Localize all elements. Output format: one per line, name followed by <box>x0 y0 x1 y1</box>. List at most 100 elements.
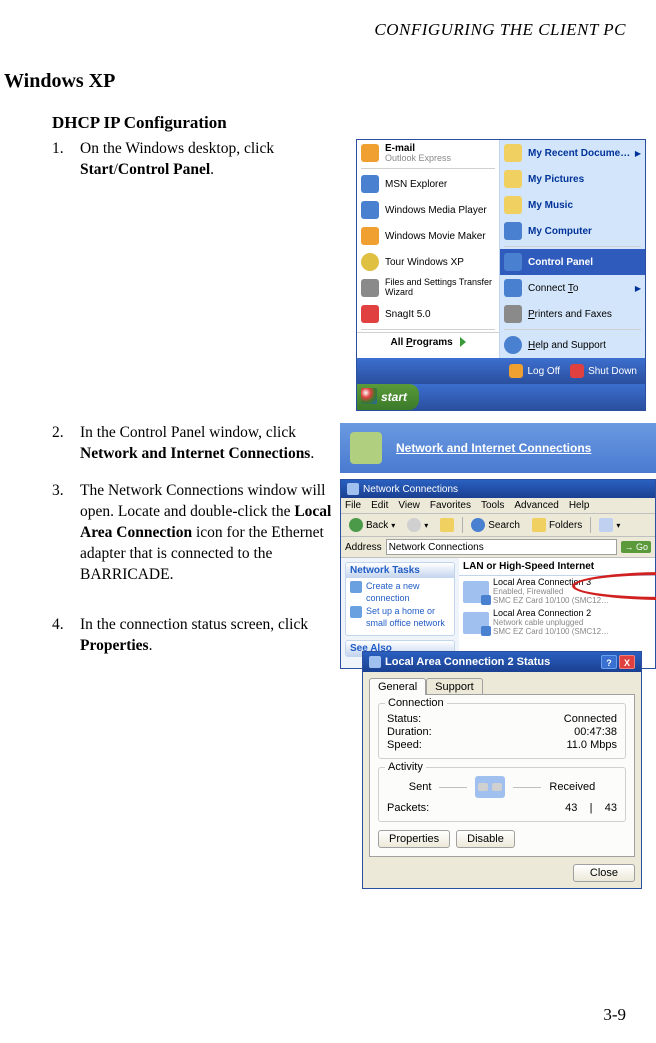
start-item-printers[interactable]: Printers and Faxes <box>500 301 645 327</box>
go-button[interactable]: → Go <box>621 541 651 553</box>
menu-advanced[interactable]: Advanced <box>514 500 558 511</box>
folders-button[interactable]: Folders <box>528 517 586 533</box>
group-connection: Connection Status:Connected Duration:00:… <box>378 703 626 759</box>
back-button[interactable]: Back▾ <box>345 517 399 533</box>
start-item-snagit[interactable]: SnagIt 5.0 <box>357 301 499 327</box>
menu-file[interactable]: File <box>345 500 361 511</box>
connect-icon <box>504 279 522 297</box>
folders-icon <box>532 518 546 532</box>
step-2-number: 2. <box>52 423 80 465</box>
task-create-connection[interactable]: Create a new connection <box>350 581 450 604</box>
wizard-icon <box>350 581 362 593</box>
start-item-tour-label: Tour Windows XP <box>385 257 495 268</box>
start-item-control-panel[interactable]: Control Panel <box>500 249 645 275</box>
properties-button[interactable]: Properties <box>378 830 450 848</box>
chevron-right-icon: ▶ <box>635 149 641 158</box>
start-item-pictures[interactable]: My Pictures <box>500 166 645 192</box>
address-label: Address <box>345 542 382 553</box>
start-all-programs[interactable]: All Programs <box>357 332 499 352</box>
step-4-number: 4. <box>52 615 80 657</box>
menu-edit[interactable]: Edit <box>371 500 388 511</box>
network-connections-window: Network Connections File Edit View Favor… <box>340 479 656 669</box>
connection-3-device: SMC EZ Card 10/100 (SMC12… <box>493 597 609 606</box>
connection-3[interactable]: Local Area Connection 3 Enabled, Firewal… <box>459 576 655 607</box>
start-item-fst[interactable]: Files and Settings Transfer Wizard <box>357 275 499 301</box>
tab-support[interactable]: Support <box>426 678 483 695</box>
start-item-msn[interactable]: MSN Explorer <box>357 171 499 197</box>
search-button[interactable]: Search <box>467 517 524 533</box>
forward-button[interactable]: ▾ <box>403 517 432 533</box>
triangle-icon <box>460 337 466 347</box>
lan-icon <box>463 612 489 634</box>
status-key: Status: <box>387 713 421 725</box>
close-button[interactable]: X <box>619 655 635 669</box>
computer-icon <box>504 222 522 240</box>
disable-button[interactable]: Disable <box>456 830 515 848</box>
start-item-wmp[interactable]: Windows Media Player <box>357 197 499 223</box>
address-input[interactable] <box>386 539 618 555</box>
task-home-network[interactable]: Set up a home or small office network <box>350 606 450 629</box>
heading-windows-xp: Windows XP <box>4 70 626 93</box>
address-bar: Address → Go <box>341 537 655 558</box>
views-button[interactable]: ▾ <box>595 517 624 533</box>
group-connection-title: Connection <box>385 697 447 709</box>
logoff-label: Log Off <box>527 366 560 377</box>
start-item-computer-label: My Computer <box>528 226 641 237</box>
start-item-music[interactable]: My Music <box>500 192 645 218</box>
start-item-help[interactable]: Help and Support <box>500 332 645 358</box>
start-item-wmm[interactable]: Windows Movie Maker <box>357 223 499 249</box>
network-tasks-header: Network Tasks <box>346 563 454 578</box>
menu-favorites[interactable]: Favorites <box>430 500 471 511</box>
shutdown-button[interactable]: Shut Down <box>570 364 637 378</box>
start-item-connect[interactable]: Connect To ▶ <box>500 275 645 301</box>
start-item-recent[interactable]: My Recent Documents ▶ <box>500 140 645 166</box>
back-icon <box>349 518 363 532</box>
running-head: CONFIGURING THE CLIENT PC <box>0 20 626 40</box>
start-item-email-sub: Outlook Express <box>385 154 495 164</box>
step-2: 2. In the Control Panel window, click Ne… <box>52 423 338 465</box>
start-item-wmp-label: Windows Media Player <box>385 205 495 216</box>
step-2-text-a: In the Control Panel window, click <box>80 424 296 441</box>
start-button[interactable]: start <box>357 384 419 410</box>
start-item-tour[interactable]: Tour Windows XP <box>357 249 499 275</box>
tour-icon <box>361 253 379 271</box>
menu-help[interactable]: Help <box>569 500 590 511</box>
menu-tools[interactable]: Tools <box>481 500 504 511</box>
up-button[interactable] <box>436 517 458 533</box>
start-item-email[interactable]: E-mail Outlook Express <box>357 140 499 166</box>
connection-status-dialog: Local Area Connection 2 Status ? X Gener… <box>362 651 642 889</box>
start-menu-right-column: My Recent Documents ▶ My Pictures My Mus… <box>500 140 645 358</box>
step-1-bold-start: Start <box>80 161 114 178</box>
status-titlebar: Local Area Connection 2 Status ? X <box>363 652 641 672</box>
activity-icon <box>475 776 505 798</box>
menu-view[interactable]: View <box>398 500 420 511</box>
go-label: Go <box>636 542 648 552</box>
back-label: Back <box>366 520 388 531</box>
status-title-icon <box>369 656 381 668</box>
packets-key: Packets: <box>387 802 429 814</box>
connection-2[interactable]: Local Area Connection 2 Network cable un… <box>459 607 655 638</box>
connection-2-device: SMC EZ Card 10/100 (SMC12… <box>493 628 609 637</box>
taskbar: start <box>357 384 645 410</box>
step-4-text-a: In the connection status screen, click <box>80 616 308 633</box>
up-icon <box>440 518 454 532</box>
duration-key: Duration: <box>387 726 432 738</box>
step-3-number: 3. <box>52 481 80 586</box>
logoff-button[interactable]: Log Off <box>509 364 560 378</box>
nic-banner[interactable]: Network and Internet Connections <box>340 423 656 473</box>
close-dialog-button[interactable]: Close <box>573 864 635 882</box>
start-item-computer[interactable]: My Computer <box>500 218 645 244</box>
step-3-text-a: The Network Connections window will open… <box>80 482 325 520</box>
packets-sent: 43 <box>565 802 577 814</box>
folders-label: Folders <box>549 520 582 531</box>
nic-banner-label: Network and Internet Connections <box>396 441 591 455</box>
tab-general[interactable]: General <box>369 678 426 695</box>
step-4: 4. In the connection status screen, clic… <box>52 615 338 657</box>
screenshot-start-menu: E-mail Outlook Express MSN Explorer <box>356 139 646 411</box>
start-menu-footer: Log Off Shut Down <box>357 358 645 384</box>
printers-icon <box>504 305 522 323</box>
step-1: 1. On the Windows desktop, click Start/C… <box>52 139 354 181</box>
status-title-text: Local Area Connection 2 Status <box>385 656 550 668</box>
step-4-period: . <box>149 637 153 654</box>
help-button[interactable]: ? <box>601 655 617 669</box>
